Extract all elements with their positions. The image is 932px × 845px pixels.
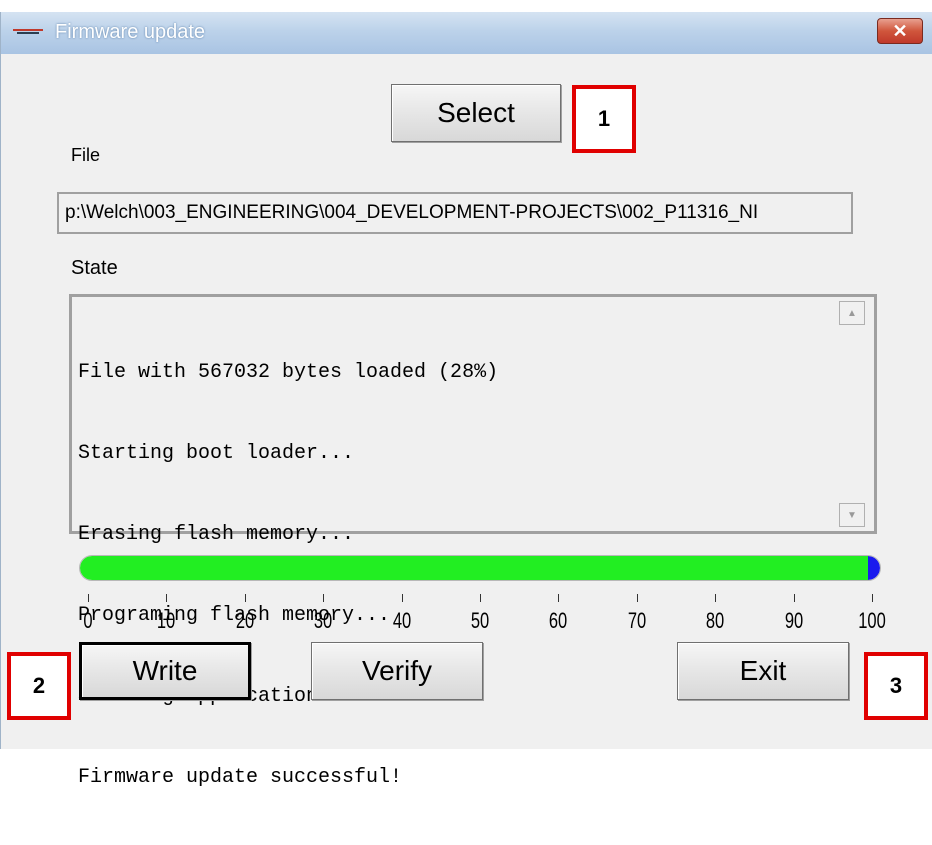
progress-tick-label: 40 <box>392 608 411 633</box>
progress-tick-label: 0 <box>83 608 93 633</box>
close-icon: ✕ <box>892 20 908 41</box>
progress-bar <box>79 555 881 581</box>
verify-button[interactable]: Verify <box>311 642 483 700</box>
file-path-field[interactable]: p:\Welch\003_ENGINEERING\004_DEVELOPMENT… <box>57 192 853 234</box>
app-logo-icon <box>13 29 43 34</box>
title-bar[interactable]: Firmware update ✕ <box>1 12 932 54</box>
log-line: Programing flash memory... <box>78 604 391 627</box>
exit-button[interactable]: Exit <box>677 642 849 700</box>
progress-tick <box>323 594 325 602</box>
progress-tick-label: 80 <box>706 608 725 633</box>
progress-tick-label: 50 <box>470 608 490 633</box>
progress-tick-label: 100 <box>858 608 886 633</box>
state-label: State <box>71 257 118 279</box>
progress-tick-label: 60 <box>549 608 568 633</box>
log-scrollbar[interactable]: ▲ ▼ <box>839 299 871 529</box>
progress-tick <box>88 594 89 602</box>
progress-tick <box>244 594 246 602</box>
close-button[interactable]: ✕ <box>877 18 923 44</box>
window-title: Firmware update <box>55 21 206 43</box>
callout-1: 1 <box>572 85 636 153</box>
log-line: Erasing flash memory... <box>78 523 355 546</box>
progress-tick <box>715 594 717 602</box>
progress-tick-label: 10 <box>157 608 176 633</box>
progress-tick-label: 30 <box>314 608 333 633</box>
progress-tick <box>558 594 560 602</box>
scroll-up-icon[interactable]: ▲ <box>839 301 865 325</box>
progress-end-cap <box>868 556 880 580</box>
progress-tick <box>401 594 403 602</box>
select-button[interactable]: Select <box>391 84 561 142</box>
log-line: Firmware update successful! <box>78 766 403 789</box>
progress-tick-label: 20 <box>235 608 254 633</box>
write-button[interactable]: Write <box>79 642 251 700</box>
progress-tick <box>166 594 168 602</box>
progress-tick <box>480 594 481 602</box>
progress-tick <box>872 594 873 602</box>
firmware-update-window: Firmware update ✕ Select File p:\Welch\0… <box>0 12 932 789</box>
file-label: File <box>71 145 101 165</box>
state-log[interactable]: File with 567032 bytes loaded (28%) Star… <box>69 294 877 789</box>
callout-2: 2 <box>7 652 71 720</box>
progress-fill <box>80 556 868 580</box>
progress-tick-label: 90 <box>784 608 803 633</box>
scroll-down-icon[interactable]: ▼ <box>839 503 865 527</box>
log-line: File with 567032 bytes loaded (28%) <box>78 361 499 384</box>
log-line: Starting boot loader... <box>78 442 355 465</box>
progress-tick <box>793 594 795 602</box>
progress-tick <box>636 594 638 602</box>
callout-3: 3 <box>864 652 928 720</box>
progress-tick-label: 70 <box>627 608 646 633</box>
